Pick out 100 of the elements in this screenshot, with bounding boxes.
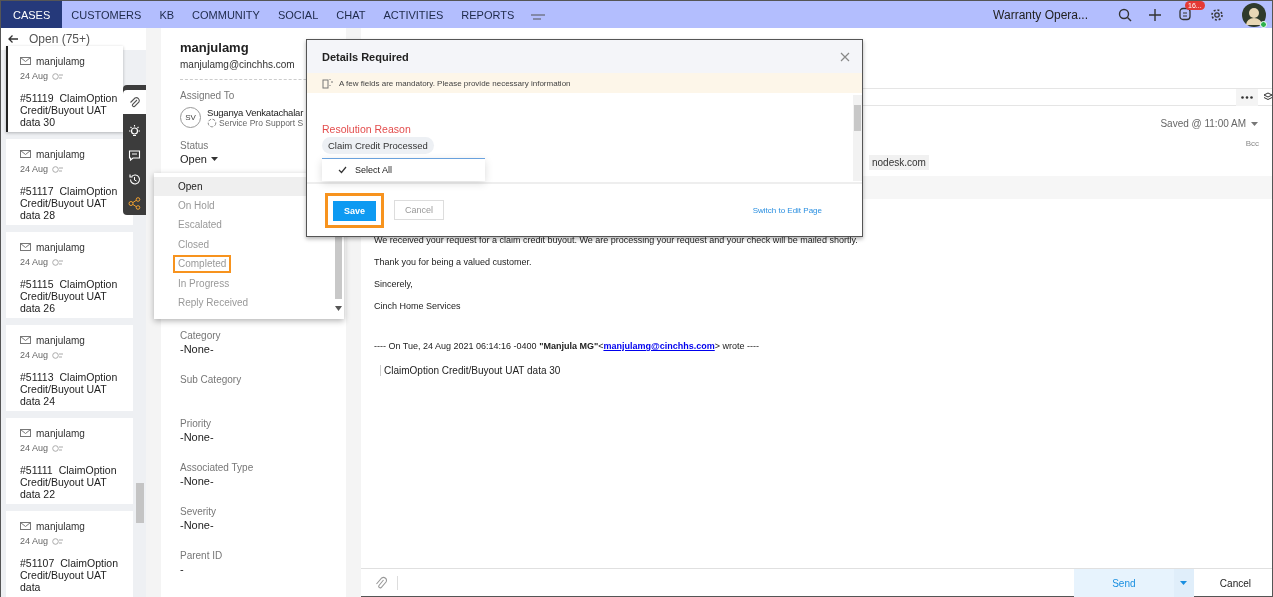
contact-name: manjulamg (36, 520, 85, 532)
saved-status: Saved @ 11:00 AM (1160, 118, 1246, 129)
case-card[interactable]: manjulamg 24 Aug #51113 ClaimOption Credit/Buyout UAT data 24 (6, 325, 133, 411)
field-label: Resolution Reason (322, 123, 412, 135)
clock-icon (52, 444, 64, 452)
nav-tab[interactable]: COMMUNITY (183, 1, 269, 28)
case-card[interactable]: manjulamg 24 Aug #51119 ClaimOption Credit/Buyout UAT data 30 (6, 46, 123, 132)
scroll-down-icon[interactable] (335, 306, 342, 311)
email-text: Sincerely, (374, 279, 414, 289)
quote-header: ---- On Tue, 24 Aug 2021 06:14:16 -0400 "Manjula MG"<manjulamg@cinchhs.com> wrote ---- (374, 341, 760, 351)
notification-icon[interactable] (1178, 6, 1192, 21)
nav-tab[interactable]: REPORTS (452, 1, 524, 28)
clock-icon (52, 72, 64, 80)
back-arrow-icon[interactable] (7, 34, 19, 44)
close-icon[interactable] (840, 51, 850, 62)
avatar-icon[interactable] (1242, 2, 1266, 27)
layers-icon[interactable] (1264, 92, 1272, 102)
contact-name: manjulamg (36, 55, 85, 67)
field-label: Sub Category (180, 374, 242, 385)
field-value[interactable]: -None- (180, 343, 346, 355)
selected-value-chip[interactable]: Claim Credit Processed (322, 137, 434, 154)
contact-name: manjulamg (36, 241, 85, 253)
case-title: #51115 ClaimOption Credit/Buyout UAT data 26 (20, 278, 119, 314)
field-value[interactable]: -None- (180, 475, 346, 487)
quoted-text: ClaimOption Credit/Buyout UAT data 30 (380, 365, 1272, 376)
online-status-dot (1260, 20, 1267, 28)
case-date: 24 Aug (20, 443, 49, 453)
caret-icon (1180, 581, 1188, 585)
email-text: Cinch Home Services (374, 301, 462, 311)
plus-icon[interactable] (1148, 7, 1162, 22)
field-label: Priority (180, 418, 212, 429)
settings-icon[interactable] (1210, 7, 1224, 22)
caret-icon[interactable] (1251, 121, 1258, 126)
nav-tab[interactable]: SOCIAL (268, 1, 328, 28)
case-date: 24 Aug (20, 257, 49, 267)
contact-email: manjulamg@cinchhs.com (180, 59, 296, 70)
clock-icon (52, 351, 64, 359)
search-icon[interactable] (1118, 7, 1132, 22)
field-label: Severity (180, 506, 217, 517)
contact-name: manjulamg (180, 40, 250, 55)
status-value: Open (180, 153, 207, 165)
history-icon[interactable] (128, 172, 141, 186)
nav-tab[interactable]: CASES (1, 1, 63, 28)
bcc-link[interactable]: Bcc (1245, 139, 1259, 148)
field-label: Status (180, 140, 209, 151)
case-date: 24 Aug (20, 164, 49, 174)
field-label: Parent ID (180, 550, 223, 561)
clock-icon (52, 537, 64, 545)
case-date: 24 Aug (20, 350, 49, 360)
case-card[interactable]: manjulamg 24 Aug #51107 ClaimOption Credit/Buyout UAT data (6, 511, 133, 597)
nav-tab[interactable]: ACTIVITIES (374, 1, 453, 28)
field-value[interactable]: - (180, 563, 346, 575)
case-date: 24 Aug (20, 536, 49, 546)
envelope-icon (20, 57, 31, 65)
email-text: Thank you for being a valued customer. (374, 257, 533, 267)
paperclip-icon[interactable] (375, 576, 387, 590)
field-value[interactable]: -None- (180, 431, 346, 443)
notice-text: A few fields are mandatory. Please provide necessary information (339, 78, 571, 88)
contact-name: manjulamg (36, 427, 85, 439)
email-link[interactable]: manjulamg@cinchhs.com (603, 341, 715, 351)
case-card[interactable]: manjulamg 24 Aug #51117 ClaimOption Credit/Buyout UAT data 28 (6, 139, 133, 225)
field-label: Associated Type (180, 462, 254, 473)
chat-icon[interactable] (128, 149, 141, 162)
nav-tab[interactable]: CUSTOMERS (62, 1, 151, 28)
clock-icon (52, 165, 64, 173)
envelope-icon (20, 336, 31, 344)
cancel-button[interactable]: Cancel (1213, 576, 1257, 590)
case-title: #51119 ClaimOption Credit/Buyout UAT data 30 (20, 92, 119, 128)
field-label: Assigned To (180, 90, 235, 101)
envelope-icon (20, 522, 31, 530)
more-icon (1241, 95, 1253, 99)
clock-icon (52, 258, 64, 266)
paperclip-icon[interactable] (128, 95, 141, 109)
case-card[interactable]: manjulamg 24 Aug #51115 ClaimOption Credit/Buyout UAT data 26 (6, 232, 133, 318)
network-icon[interactable] (128, 196, 141, 210)
check-icon (338, 166, 347, 174)
recipient-chip[interactable]: nodesk.com (869, 155, 929, 170)
envelope-icon (20, 243, 31, 251)
nav-tab[interactable]: KB (150, 1, 184, 28)
case-title: #51107 ClaimOption Credit/Buyout UAT data (20, 557, 120, 593)
caret-icon (210, 157, 218, 161)
more-button[interactable] (1236, 88, 1258, 106)
team-name: Service Pro Support S (219, 118, 304, 128)
team-icon (207, 118, 217, 128)
field-label: Category (180, 330, 221, 341)
switch-link[interactable]: Switch to Edit Page (752, 205, 822, 215)
contact-name: manjulamg (36, 334, 85, 346)
contact-name: manjulamg (36, 148, 85, 160)
dialog-title: Details Required (322, 50, 409, 63)
envelope-icon (20, 150, 31, 158)
case-title: #51117 ClaimOption Credit/Buyout UAT data 28 (20, 185, 119, 221)
field-value[interactable]: -None- (180, 519, 346, 531)
menu-option[interactable]: Open (173, 177, 208, 196)
envelope-icon (20, 429, 31, 437)
lightbulb-icon (322, 77, 333, 89)
case-card[interactable]: manjulamg 24 Aug #51111 ClaimOption Credit/Buyout UAT data 22 (6, 418, 133, 504)
assignee-name[interactable]: Suganya Venkatachalar (207, 107, 304, 118)
department-name[interactable]: Warranty Opera... (993, 7, 1088, 22)
nav-tab[interactable]: CHAT (327, 1, 375, 28)
lightbulb-icon[interactable] (128, 125, 141, 139)
